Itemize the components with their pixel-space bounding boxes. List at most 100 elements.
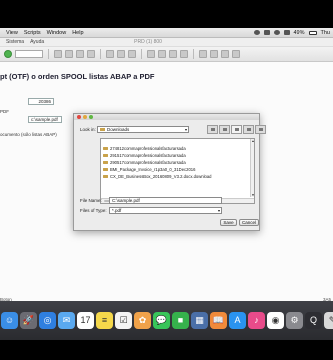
scroll-down-icon[interactable]: ▼ — [251, 193, 255, 197]
folder-icon — [100, 128, 105, 132]
find-next-icon[interactable] — [128, 50, 136, 58]
facetime-icon[interactable]: ■ — [172, 311, 189, 329]
cancel-button[interactable]: Cancel — [239, 219, 259, 226]
save-icon[interactable] — [54, 50, 62, 58]
menu-scripts[interactable]: Scripts — [24, 30, 41, 36]
file-name-input[interactable]: C:\sample.pdf — [109, 197, 222, 204]
list-item[interactable]: 290517commaprofessionalsfacturarsada — [103, 160, 186, 165]
finder-icon[interactable]: ☺ — [1, 311, 18, 329]
look-in-label: Look in: — [80, 127, 96, 132]
notes-icon-glyph: ≡ — [101, 315, 108, 325]
folder-icon — [103, 161, 108, 164]
first-page-icon[interactable] — [147, 50, 155, 58]
list-item[interactable]: 291517commaprofessionalsfacturarsada — [103, 153, 186, 158]
unknown-app-icon-glyph: ✎ — [328, 314, 333, 325]
cancel-icon[interactable] — [87, 50, 95, 58]
menu-window[interactable]: Window — [47, 30, 67, 36]
itunes-icon[interactable]: ♪ — [248, 311, 265, 329]
print-icon[interactable] — [106, 50, 114, 58]
clock-day[interactable]: Thu — [321, 30, 330, 36]
messages-icon[interactable]: 💬 — [153, 311, 170, 329]
facetime-icon-glyph: ■ — [177, 315, 184, 325]
pdf-filename-field[interactable]: c:\sample.pdf — [28, 116, 62, 123]
back-icon[interactable] — [65, 50, 73, 58]
details-view-icon[interactable] — [255, 125, 266, 134]
photos-icon[interactable]: ✿ — [134, 311, 151, 329]
dialog-titlebar[interactable] — [74, 114, 259, 120]
vertical-scrollbar[interactable]: ▲ ▼ — [250, 139, 254, 197]
itunes-icon-glyph: ♪ — [254, 315, 259, 325]
file-list[interactable]: 274812commaprofessionalsfacturarsada 291… — [100, 138, 255, 204]
volume-icon[interactable] — [283, 30, 290, 35]
launchpad-icon-glyph: 🚀 — [22, 314, 35, 325]
reminders-icon-glyph: ☑ — [119, 314, 128, 325]
up-folder-icon[interactable] — [207, 125, 218, 134]
save-button[interactable]: Save — [220, 219, 237, 226]
menu-help[interactable]: Help — [72, 30, 83, 36]
menubar-status-area: 49% Thu — [253, 29, 333, 36]
unknown-app-icon[interactable]: ✎ — [324, 311, 333, 329]
help-icon[interactable] — [221, 50, 229, 58]
quicktime-icon[interactable]: Q — [305, 311, 322, 329]
label-document: ocumento (sólo listas ABAP) — [0, 132, 57, 137]
customize-icon[interactable] — [232, 50, 240, 58]
folder-icon — [103, 154, 108, 157]
safari-icon[interactable]: ◎ — [39, 311, 56, 329]
home-folder-icon[interactable] — [219, 125, 230, 134]
list-item[interactable]: CX_DE_BusinessBox_20160809_V3.2.docx.dow… — [103, 174, 212, 179]
menu-view[interactable]: View — [6, 30, 18, 36]
sap-icon[interactable]: ▦ — [191, 311, 208, 329]
quicktime-icon-glyph: Q — [309, 315, 317, 325]
cloud-icon[interactable] — [253, 30, 260, 35]
launchpad-icon[interactable]: 🚀 — [20, 311, 37, 329]
mac-menubar: View Scripts Window Help 49% Thu — [0, 28, 333, 38]
page-title: pt (OTF) o orden SPOOL listas ABAP a PDF — [0, 72, 155, 81]
list-view-icon[interactable] — [243, 125, 254, 134]
reminders-icon[interactable]: ☑ — [115, 311, 132, 329]
sap-menu-ayuda[interactable]: Ayuda — [30, 39, 44, 45]
window-close-icon[interactable] — [77, 115, 81, 119]
folder-icon — [103, 168, 108, 171]
window-zoom-icon[interactable] — [89, 115, 93, 119]
list-item[interactable]: 274812commaprofessionalsfacturarsada — [103, 146, 186, 151]
list-item[interactable]: BMI_Package_Invoice_r1p3a0_0_31Dec2016 — [103, 167, 195, 172]
files-of-type-select[interactable]: *.pdf ▾ — [109, 207, 222, 214]
sap-menu-sistema[interactable]: Sistema — [6, 39, 24, 45]
messages-icon-glyph: 💬 — [155, 314, 168, 325]
ibooks-icon-glyph: 📖 — [212, 314, 225, 325]
ibooks-icon[interactable]: 📖 — [210, 311, 227, 329]
enter-icon[interactable] — [4, 50, 12, 58]
sap-menu-bar: Sistema Ayuda PRD (1) 800 — [0, 38, 333, 47]
prev-page-icon[interactable] — [158, 50, 166, 58]
shortcut-icon[interactable] — [210, 50, 218, 58]
spool-number-field[interactable]: 20386 — [28, 98, 54, 105]
look-in-value: Downloads — [107, 127, 130, 132]
next-page-icon[interactable] — [169, 50, 177, 58]
exit-icon[interactable] — [76, 50, 84, 58]
new-folder-icon[interactable] — [231, 125, 242, 134]
maps-icon[interactable]: ◉ — [267, 311, 284, 329]
wifi-icon[interactable] — [273, 30, 280, 35]
scroll-up-icon[interactable]: ▲ — [251, 139, 255, 143]
bluetooth-icon[interactable] — [263, 30, 270, 35]
new-session-icon[interactable] — [199, 50, 207, 58]
video-letterbox-bottom — [0, 340, 333, 360]
file-name-label: File Name: — [80, 198, 102, 203]
files-of-type-value: *.pdf — [112, 208, 122, 213]
calendar-icon-glyph: 17 — [80, 315, 91, 325]
command-field[interactable] — [15, 50, 43, 58]
mail-icon[interactable]: ✉ — [58, 311, 75, 329]
window-minimize-icon[interactable] — [83, 115, 87, 119]
last-page-icon[interactable] — [180, 50, 188, 58]
battery-icon[interactable] — [308, 30, 317, 35]
appstore-icon[interactable]: A — [229, 311, 246, 329]
mac-dock: ☺ 🚀 ◎ ✉ 17 ≡ ☑ ✿ 💬 ■ ▦ 📖 A ♪ ◉ ⚙ Q ✎ — [0, 301, 333, 340]
battery-percent: 49% — [293, 29, 305, 36]
calendar-icon[interactable]: 17 — [77, 311, 94, 329]
look-in-select[interactable]: Downloads ▾ — [97, 126, 189, 133]
preferences-icon[interactable]: ⚙ — [286, 311, 303, 329]
video-letterbox-top — [0, 0, 333, 28]
find-icon[interactable] — [117, 50, 125, 58]
preferences-icon-glyph: ⚙ — [290, 314, 299, 325]
notes-icon[interactable]: ≡ — [96, 311, 113, 329]
